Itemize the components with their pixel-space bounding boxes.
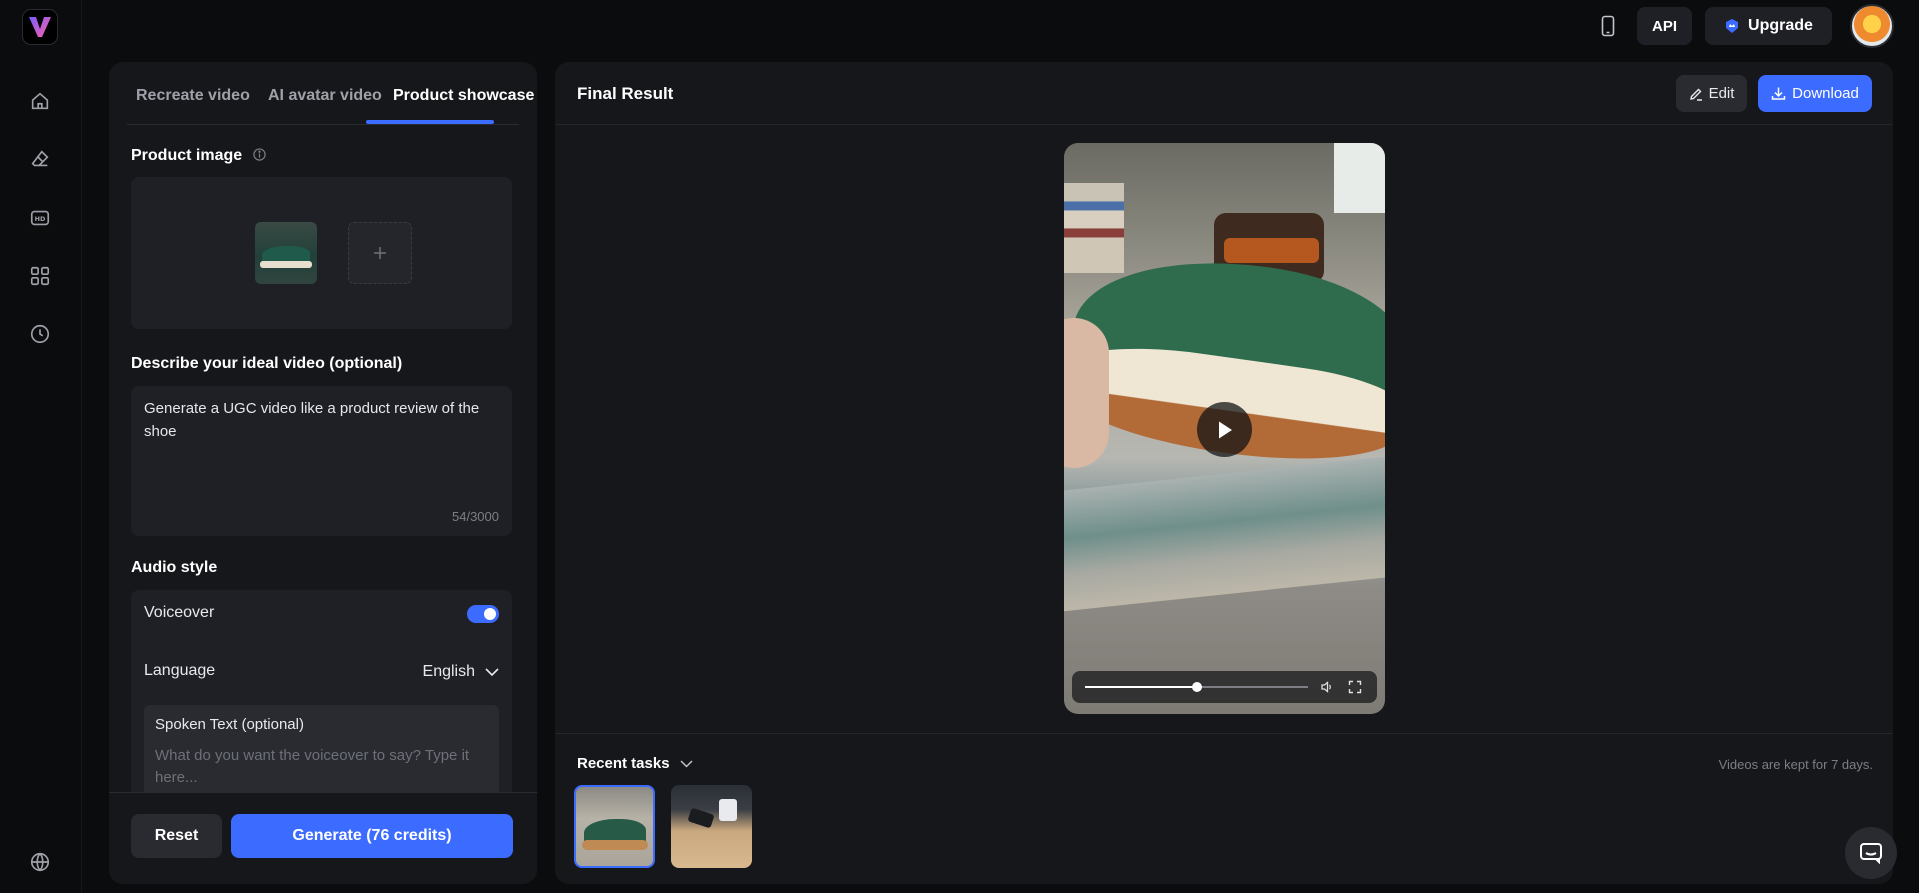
- home-icon[interactable]: [27, 88, 53, 114]
- info-icon[interactable]: [252, 148, 266, 161]
- play-button[interactable]: [1197, 402, 1252, 457]
- chat-icon: [1860, 843, 1882, 864]
- left-rail: HD: [0, 0, 82, 893]
- add-image-button[interactable]: [348, 222, 412, 284]
- language-label: Language: [144, 662, 216, 679]
- chevron-down-icon: [485, 667, 499, 676]
- support-chat-button[interactable]: [1845, 827, 1897, 879]
- plus-icon: [374, 247, 386, 259]
- product-image-upload: [131, 177, 512, 329]
- crown-badge-icon: [1726, 19, 1739, 33]
- retention-note: Videos are kept for 7 days.: [1718, 757, 1873, 772]
- play-icon: [1218, 421, 1232, 438]
- top-bar: API Upgrade: [82, 0, 1919, 52]
- audio-style-label: Audio style: [131, 559, 218, 576]
- edit-label: Edit: [1708, 85, 1735, 102]
- fullscreen-icon[interactable]: [1348, 680, 1362, 694]
- api-button[interactable]: API: [1637, 7, 1692, 45]
- generate-button[interactable]: Generate (76 credits): [231, 814, 513, 858]
- toggle-knob: [484, 608, 496, 620]
- spoken-text-placeholder: What do you want the voiceover to say? T…: [155, 747, 470, 786]
- result-title: Final Result: [577, 84, 674, 103]
- apps-grid-icon[interactable]: [27, 263, 53, 289]
- product-image-label: Product image: [131, 147, 243, 164]
- video-player[interactable]: [1064, 143, 1385, 714]
- spoken-text-label: Spoken Text (optional): [155, 716, 304, 733]
- hd-icon[interactable]: HD: [27, 205, 53, 231]
- thumbnail-phone: [687, 807, 715, 829]
- product-image-thumbnail[interactable]: [255, 222, 317, 284]
- video-controls: [1072, 671, 1377, 703]
- download-button[interactable]: Download: [1758, 75, 1872, 112]
- app-logo[interactable]: [22, 9, 58, 45]
- tab-recreate-video[interactable]: Recreate video: [136, 87, 250, 105]
- upgrade-button[interactable]: Upgrade: [1705, 7, 1832, 45]
- shoe-sole: [260, 261, 312, 268]
- voiceover-toggle[interactable]: [467, 605, 499, 623]
- pencil-icon: [1689, 88, 1702, 101]
- recent-tasks-toggle[interactable]: Recent tasks: [577, 755, 693, 772]
- recent-tasks-label: Recent tasks: [577, 755, 670, 772]
- video-frame-bookshelf: [1064, 183, 1124, 273]
- voiceover-label: Voiceover: [144, 604, 215, 621]
- tab-product-showcase[interactable]: Product showcase: [393, 87, 534, 105]
- mobile-phone-icon[interactable]: [1597, 14, 1619, 38]
- tab-ai-avatar-video[interactable]: AI avatar video: [268, 87, 382, 105]
- reset-button[interactable]: Reset: [131, 814, 222, 858]
- mode-tabs: Recreate video AI avatar video Product s…: [127, 62, 534, 125]
- describe-video-value: Generate a UGC video like a product revi…: [144, 400, 480, 440]
- active-tab-indicator: [366, 120, 494, 124]
- volume-icon[interactable]: [1320, 680, 1334, 694]
- describe-video-label: Describe your ideal video (optional): [131, 355, 403, 372]
- generator-panel: Recreate video AI avatar video Product s…: [109, 62, 537, 884]
- recent-task-thumbnail[interactable]: [671, 785, 752, 868]
- edit-button[interactable]: Edit: [1676, 75, 1747, 112]
- upgrade-label: Upgrade: [1748, 17, 1813, 34]
- video-frame-cushion: [1224, 238, 1319, 263]
- chevron-down-icon: [680, 759, 693, 768]
- history-clock-icon[interactable]: [27, 321, 53, 347]
- download-icon: [1771, 87, 1786, 100]
- result-header: Final Result Edit Download: [555, 62, 1893, 125]
- logo-v-icon: [29, 17, 51, 37]
- globe-icon[interactable]: [27, 849, 53, 875]
- progress-fill: [1085, 686, 1197, 688]
- result-panel: Final Result Edit Download Recent tasks …: [555, 62, 1893, 884]
- thumbnail-box: [719, 799, 737, 821]
- eraser-icon[interactable]: [27, 146, 53, 172]
- language-select[interactable]: English: [423, 663, 499, 681]
- progress-slider[interactable]: [1085, 682, 1308, 692]
- panel-footer: Reset Generate (76 credits): [109, 792, 537, 884]
- hd-icon-label: HD: [35, 215, 46, 223]
- language-value: English: [422, 663, 475, 680]
- user-avatar[interactable]: [1850, 4, 1894, 48]
- video-frame-rug: [1064, 453, 1385, 613]
- video-frame-window: [1334, 143, 1385, 213]
- product-image-heading: Product image: [131, 147, 266, 165]
- app-root: HD API Upgrade Recreate video AI avatar …: [0, 0, 1919, 893]
- recent-tasks-divider: [555, 733, 1893, 734]
- download-label: Download: [1792, 85, 1859, 102]
- describe-video-textarea[interactable]: Generate a UGC video like a product revi…: [131, 386, 512, 536]
- character-counter: 54/3000: [452, 509, 499, 524]
- video-frame-hand: [1064, 318, 1109, 468]
- thumbnail-sole: [582, 840, 648, 850]
- progress-knob[interactable]: [1191, 682, 1202, 692]
- recent-task-thumbnail[interactable]: [574, 785, 655, 868]
